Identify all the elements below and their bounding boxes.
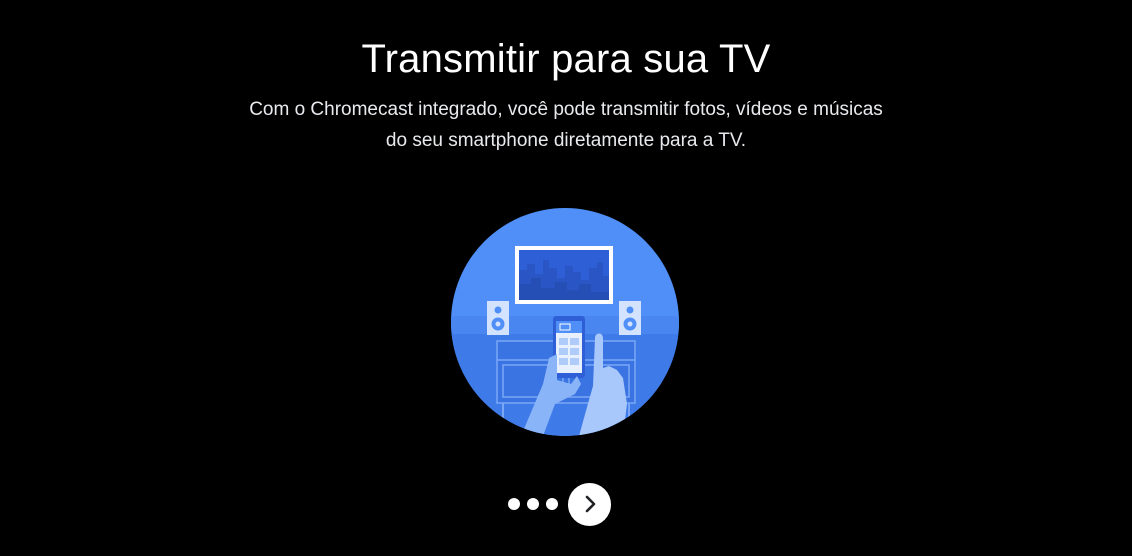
chevron-right-icon [585, 495, 595, 513]
description-line: do seu smartphone diretamente para a TV. [385, 130, 747, 151]
description-line: Com o Chromecast integrado, você pode tr… [249, 99, 883, 120]
onboarding-pager [508, 482, 611, 526]
page-title: Transmitir para sua TV [361, 37, 771, 81]
cast-illustration [451, 208, 679, 436]
page-indicator-dot [546, 498, 558, 510]
cast-to-tv-illustration-icon [451, 208, 679, 436]
page-description: Com o Chromecast integrado, você pode tr… [216, 94, 916, 156]
page-indicator-dot [527, 498, 539, 510]
page-indicator-dot [508, 498, 520, 510]
next-button[interactable] [568, 482, 611, 526]
